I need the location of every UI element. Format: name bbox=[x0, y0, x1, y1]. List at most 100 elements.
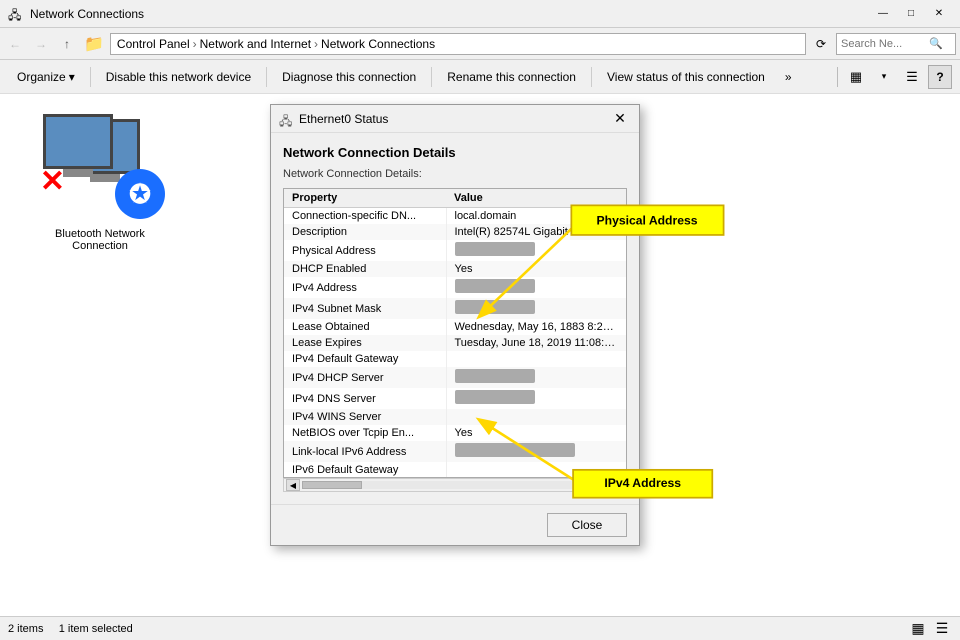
close-dialog-button[interactable]: Close bbox=[547, 513, 627, 537]
status-view-button-2[interactable]: ☰ bbox=[932, 619, 952, 639]
breadcrumb-bar: Control Panel › Network and Internet › N… bbox=[110, 33, 806, 55]
forward-button[interactable]: → bbox=[30, 33, 52, 55]
modal-close-x-button[interactable]: ✕ bbox=[609, 109, 631, 129]
property-cell: IPv4 WINS Server bbox=[284, 409, 446, 425]
table-row: DHCP EnabledYes bbox=[284, 261, 626, 277]
close-window-button[interactable]: ✕ bbox=[926, 4, 952, 24]
value-cell bbox=[446, 409, 626, 425]
organize-button[interactable]: Organize ▾ bbox=[8, 64, 84, 90]
value-cell bbox=[446, 240, 626, 261]
table-row: IPv6 Default Gateway bbox=[284, 462, 626, 478]
view-status-button[interactable]: View status of this connection bbox=[598, 64, 774, 90]
search-bar: 🔍 bbox=[836, 33, 956, 55]
redacted-value bbox=[455, 369, 535, 383]
bluetooth-network-icon-group[interactable]: ✕ ✪ Bluetooth Network Connection bbox=[30, 114, 170, 252]
toolbar-separator bbox=[90, 67, 91, 87]
monitor-front bbox=[43, 114, 113, 169]
refresh-button[interactable]: ⟳ bbox=[810, 33, 832, 55]
address-bar: ← → ↑ 📁 Control Panel › Network and Inte… bbox=[0, 28, 960, 60]
value-cell: Intel(R) 82574L Gigabit Network Connect bbox=[446, 224, 626, 240]
rename-connection-button[interactable]: Rename this connection bbox=[438, 64, 585, 90]
table-row: Connection-specific DN...local.domain bbox=[284, 208, 626, 225]
breadcrumb-control-panel[interactable]: Control Panel bbox=[117, 37, 190, 51]
more-options-button[interactable]: » bbox=[776, 64, 801, 90]
table-row: Lease ExpiresTuesday, June 18, 2019 11:0… bbox=[284, 335, 626, 351]
value-cell bbox=[446, 298, 626, 319]
organize-label: Organize bbox=[17, 70, 66, 84]
property-cell: DHCP Enabled bbox=[284, 261, 446, 277]
scroll-left-arrow[interactable]: ◀ bbox=[286, 479, 300, 491]
minimize-button[interactable]: — bbox=[870, 4, 896, 24]
x-mark-icon: ✕ bbox=[35, 164, 70, 199]
view-status-label: View status of this connection bbox=[607, 70, 765, 84]
search-input[interactable] bbox=[841, 38, 929, 50]
details-table: Property Value Connection-specific DN...… bbox=[284, 189, 626, 478]
help-button[interactable]: ? bbox=[928, 65, 952, 89]
redacted-value bbox=[455, 300, 535, 314]
value-cell bbox=[446, 277, 626, 298]
value-cell bbox=[446, 462, 626, 478]
window-title: Network Connections bbox=[30, 7, 870, 21]
title-bar: 🖧 Network Connections — □ ✕ bbox=[0, 0, 960, 28]
table-row: Physical Address bbox=[284, 240, 626, 261]
status-bar: 2 items 1 item selected ▦ ☰ bbox=[0, 616, 960, 640]
ethernet-status-modal: 🖧 Ethernet0 Status ✕ Network Connection … bbox=[270, 104, 640, 546]
scrollbar-track[interactable] bbox=[302, 481, 608, 489]
layout-icon-1: ▦ bbox=[850, 69, 862, 85]
toolbar-separator-4 bbox=[591, 67, 592, 87]
details-table-container[interactable]: Property Value Connection-specific DN...… bbox=[283, 188, 627, 478]
value-cell bbox=[446, 351, 626, 367]
table-row: NetBIOS over Tcpip En...Yes bbox=[284, 425, 626, 441]
toolbar-right-section: ▦ ▾ ☰ ? bbox=[835, 65, 952, 89]
property-cell: Physical Address bbox=[284, 240, 446, 261]
folder-icon: 📁 bbox=[84, 34, 104, 54]
redacted-value bbox=[455, 242, 535, 256]
redacted-value bbox=[455, 390, 535, 404]
table-row: IPv4 Address bbox=[284, 277, 626, 298]
diagnose-label: Diagnose this connection bbox=[282, 70, 416, 84]
item-count: 2 items bbox=[8, 623, 43, 635]
monitor-stand-back bbox=[90, 174, 120, 182]
property-cell: Lease Obtained bbox=[284, 319, 446, 335]
breadcrumb-network-connections[interactable]: Network Connections bbox=[321, 37, 435, 51]
scrollbar-thumb[interactable] bbox=[302, 481, 362, 489]
window-icon: 🖧 bbox=[8, 6, 24, 22]
value-cell: Tuesday, June 18, 2019 11:08:40 AM bbox=[446, 335, 626, 351]
modal-subtitle: Network Connection Details: bbox=[283, 168, 627, 180]
table-row: DescriptionIntel(R) 82574L Gigabit Netwo… bbox=[284, 224, 626, 240]
property-cell: Link-local IPv6 Address bbox=[284, 441, 446, 462]
maximize-button[interactable]: □ bbox=[898, 4, 924, 24]
property-cell: IPv6 Default Gateway bbox=[284, 462, 446, 478]
selected-count: 1 item selected bbox=[59, 623, 133, 635]
property-cell: IPv4 Address bbox=[284, 277, 446, 298]
property-cell: Description bbox=[284, 224, 446, 240]
col-property: Property bbox=[284, 189, 446, 208]
value-cell: Wednesday, May 16, 1883 8:24:57 AM bbox=[446, 319, 626, 335]
horizontal-scrollbar[interactable]: ◀ ▶ bbox=[283, 478, 627, 492]
redacted-value bbox=[455, 443, 575, 457]
organize-arrow: ▾ bbox=[69, 70, 75, 84]
help-icon: ? bbox=[936, 70, 943, 84]
layout-view-button-2[interactable]: ☰ bbox=[900, 65, 924, 89]
layout-view-arrow[interactable]: ▾ bbox=[872, 65, 896, 89]
modal-title-bar: 🖧 Ethernet0 Status ✕ bbox=[271, 105, 639, 133]
toolbar-separator-2 bbox=[266, 67, 267, 87]
back-button[interactable]: ← bbox=[4, 33, 26, 55]
disable-network-label: Disable this network device bbox=[106, 70, 251, 84]
rename-label: Rename this connection bbox=[447, 70, 576, 84]
layout-view-button-1[interactable]: ▦ bbox=[844, 65, 868, 89]
status-view-button-1[interactable]: ▦ bbox=[908, 619, 928, 639]
status-right: ▦ ☰ bbox=[908, 619, 952, 639]
table-row: IPv4 WINS Server bbox=[284, 409, 626, 425]
scroll-right-arrow[interactable]: ▶ bbox=[610, 479, 624, 491]
table-row: IPv4 DHCP Server bbox=[284, 367, 626, 388]
property-cell: Lease Expires bbox=[284, 335, 446, 351]
disable-network-button[interactable]: Disable this network device bbox=[97, 64, 260, 90]
value-cell: Yes bbox=[446, 261, 626, 277]
toolbar: Organize ▾ Disable this network device D… bbox=[0, 60, 960, 94]
search-icon: 🔍 bbox=[929, 37, 943, 50]
breadcrumb-network-internet[interactable]: Network and Internet bbox=[200, 37, 311, 51]
diagnose-connection-button[interactable]: Diagnose this connection bbox=[273, 64, 425, 90]
modal-section-title: Network Connection Details bbox=[283, 145, 627, 160]
up-button[interactable]: ↑ bbox=[56, 33, 78, 55]
